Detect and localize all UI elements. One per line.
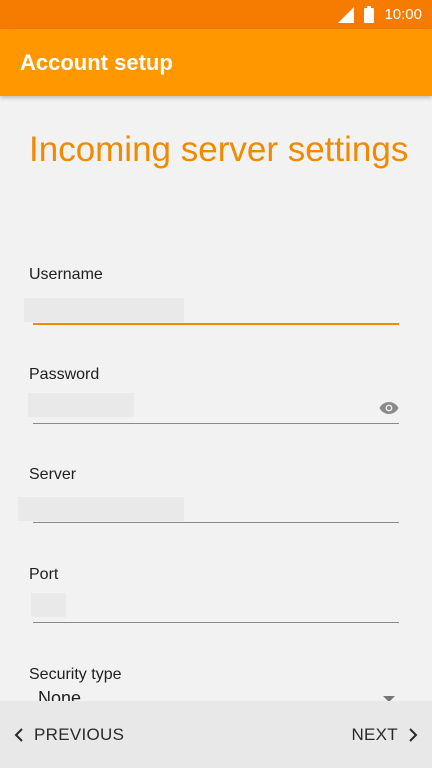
chevron-left-icon <box>14 727 23 742</box>
username-underline <box>33 323 399 325</box>
app-bar-title: Account setup <box>20 49 173 75</box>
status-bar: 10:00 <box>0 0 432 29</box>
next-button[interactable]: NEXT <box>351 725 418 745</box>
port-field[interactable] <box>31 593 66 617</box>
previous-label: PREVIOUS <box>34 724 125 744</box>
form-content[interactable]: Incoming server settings Username Passwo… <box>0 96 432 701</box>
chevron-right-icon <box>409 727 418 742</box>
username-label: Username <box>29 266 103 283</box>
bottom-navigation: PREVIOUS NEXT <box>0 701 432 768</box>
security-type-select[interactable]: None <box>38 688 81 701</box>
previous-button[interactable]: PREVIOUS <box>14 725 124 745</box>
app-bar: Account setup <box>0 29 432 96</box>
server-underline <box>33 522 399 523</box>
page-title: Incoming server settings <box>29 130 409 169</box>
signal-icon <box>338 6 355 23</box>
status-time: 10:00 <box>384 6 422 23</box>
password-underline <box>33 423 399 424</box>
username-field[interactable] <box>24 298 184 322</box>
server-label: Server <box>29 466 77 483</box>
password-label: Password <box>29 366 100 383</box>
password-field[interactable] <box>28 393 134 417</box>
next-label: NEXT <box>351 724 398 744</box>
eye-icon[interactable] <box>379 401 399 415</box>
battery-icon <box>364 6 375 23</box>
security-type-label: Security type <box>29 666 122 683</box>
port-label: Port <box>29 566 59 583</box>
server-field[interactable] <box>18 497 184 521</box>
port-underline <box>33 622 399 623</box>
